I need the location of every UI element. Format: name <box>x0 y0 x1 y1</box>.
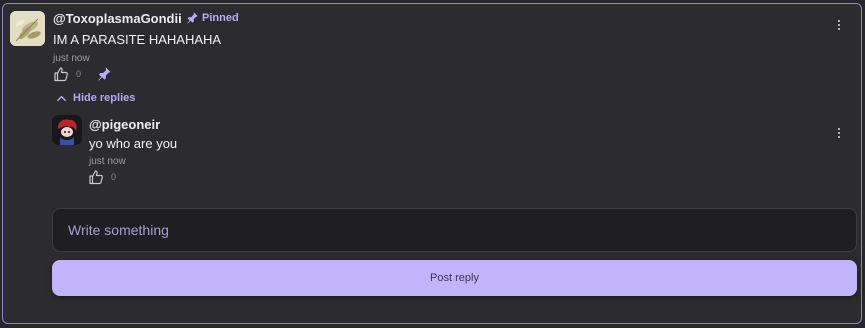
reply-menu-icon[interactable] <box>834 125 844 141</box>
post-reply-button[interactable]: Post reply <box>52 260 857 296</box>
thumbs-up-icon[interactable] <box>53 66 69 82</box>
chevron-up-icon <box>57 95 66 101</box>
comment-text: IM A PARASITE HAHAHAHA <box>53 32 222 47</box>
reply-like-control: 0 <box>88 169 116 185</box>
wheat-avatar-icon <box>10 11 45 46</box>
reply-avatar[interactable] <box>52 115 82 145</box>
pin-toggle-icon[interactable] <box>97 66 112 81</box>
pinned-badge: Pinned <box>186 11 239 24</box>
hide-replies-label: Hide replies <box>73 92 136 104</box>
like-count: 0 <box>76 69 82 79</box>
reply-text: yo who are you <box>89 136 178 151</box>
reply-username[interactable]: @pigeoneir <box>89 117 160 132</box>
pinned-label: Pinned <box>202 11 239 24</box>
user-avatar[interactable] <box>10 11 45 46</box>
hide-replies-button[interactable]: Hide replies <box>56 92 135 104</box>
like-control: 0 <box>53 66 81 82</box>
reply-input[interactable] <box>52 208 857 252</box>
comment-menu-icon[interactable] <box>834 17 844 33</box>
reply-timestamp: just now <box>89 156 126 167</box>
comment-username[interactable]: @ToxoplasmaGondii <box>53 11 182 26</box>
comment-timestamp: just now <box>53 53 90 64</box>
thumbs-up-icon[interactable] <box>88 169 104 185</box>
pin-icon <box>187 12 198 24</box>
red-haired-character-avatar-icon <box>52 115 82 145</box>
reply-like-count: 0 <box>111 172 117 182</box>
